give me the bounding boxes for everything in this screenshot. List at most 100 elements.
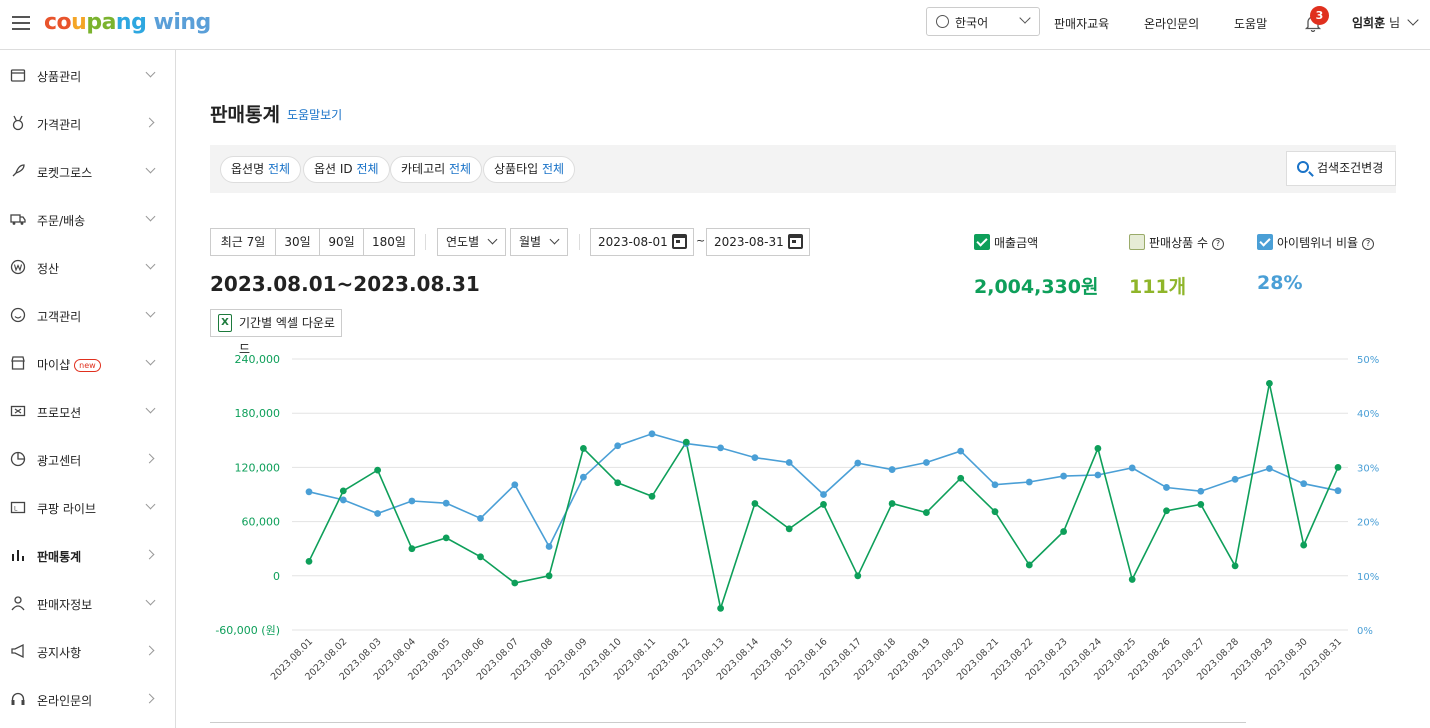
sidebar-item-label: 판매자정보 [37, 598, 93, 612]
data-point-sales [991, 508, 999, 516]
sidebar-item-seller-info[interactable]: 판매자정보 [0, 588, 176, 618]
sidebar-item-customer[interactable]: 고객관리 [0, 300, 176, 330]
filter-chip-option-id[interactable]: 옵션 ID 전체 [303, 156, 390, 183]
sidebar-item-sales-stats[interactable]: 판매통계 [0, 540, 176, 570]
data-point-item-winner [1300, 480, 1308, 488]
filter-chip-option-name[interactable]: 옵션명 전체 [220, 156, 302, 183]
divider [210, 722, 1246, 723]
checkbox-unchecked[interactable] [1129, 234, 1145, 250]
data-point-item-winner [854, 459, 862, 467]
help-link[interactable]: 도움말 [1234, 15, 1267, 32]
y-right-tick-label: 40% [1357, 409, 1379, 420]
yearly-select[interactable]: 연도별 [437, 228, 506, 256]
data-point-item-winner [1197, 487, 1205, 495]
sidebar-item-online-inquiry[interactable]: 온라인문의 [0, 684, 176, 714]
range-button-7d[interactable]: 최근 7일 [210, 228, 276, 256]
data-point-sales [682, 438, 690, 446]
language-label: 한국어 [955, 16, 989, 30]
seller-education-link[interactable]: 판매자교육 [1054, 15, 1109, 32]
person-icon [11, 596, 25, 611]
monthly-select-label: 월별 [519, 235, 542, 249]
sidebar-item-rocket-growth[interactable]: 로켓그로스 [0, 156, 176, 186]
filter-chip-product-type[interactable]: 상품타입 전체 [483, 156, 576, 183]
metric-value-products: 111개 [1129, 276, 1187, 298]
rocket-icon [12, 164, 25, 177]
sidebar-item-label: 고객관리 [37, 310, 82, 324]
excel-download-button[interactable]: X 기간별 엑셀 다운로드 [210, 309, 342, 356]
sidebar-item-myshop[interactable]: 마이샵 new [0, 348, 176, 378]
data-point-sales [408, 545, 416, 553]
online-inquiry-link[interactable]: 온라인문의 [1144, 15, 1199, 32]
notification-badge: 3 [1310, 6, 1329, 25]
sidebar-item-price[interactable]: 가격관리 [0, 108, 176, 138]
sidebar-item-notice[interactable]: 공지사항 [0, 636, 176, 666]
date-to-input[interactable]: 2023-08-31 [706, 228, 810, 256]
checkbox-checked[interactable] [974, 234, 990, 250]
data-point-sales [820, 501, 827, 508]
calendar-icon[interactable] [788, 234, 803, 249]
metric-toggle-sales[interactable]: 매출금액 [974, 234, 1094, 252]
data-point-sales [854, 572, 862, 580]
filter-value: 전체 [542, 162, 565, 176]
chevron-right-icon [144, 117, 155, 128]
user-name: 임희훈 [1352, 16, 1386, 30]
date-from-input[interactable]: 2023-08-01 [590, 228, 694, 256]
metric-toggle-products[interactable]: 판매상품 수? [1129, 234, 1239, 252]
data-point-sales [477, 553, 484, 561]
change-search-button[interactable]: 검색조건변경 [1286, 151, 1396, 186]
range-button-180d[interactable]: 180일 [363, 228, 415, 256]
data-point-sales [1300, 541, 1308, 549]
monthly-select[interactable]: 월별 [510, 228, 568, 256]
sidebar-item-product[interactable]: 상품관리 [0, 60, 176, 90]
data-point-sales [614, 479, 622, 487]
data-point-sales [511, 579, 519, 587]
chevron-down-icon [145, 307, 156, 318]
sidebar-item-settlement[interactable]: 정산 [0, 252, 176, 282]
chevron-down-icon [145, 259, 156, 270]
range-button-30d[interactable]: 30일 [275, 228, 320, 256]
menu-icon[interactable] [12, 16, 30, 30]
y-axis-left: 240,000 180,000 120,000 60,000 0 -60,000 (원) [215, 353, 280, 637]
change-search-label: 검색조건변경 [1317, 161, 1384, 175]
help-link[interactable]: 도움말보기 [287, 106, 342, 123]
metric-label-text: 판매상품 수 [1149, 236, 1209, 250]
language-select[interactable]: 한국어 [926, 7, 1040, 36]
metric-toggle-item-winner[interactable]: 아이템위너 비율? [1257, 234, 1387, 252]
data-point-sales [374, 466, 381, 474]
sidebar-item-order-delivery[interactable]: 주문/배송 [0, 204, 176, 234]
checkbox-checked[interactable] [1257, 234, 1273, 250]
sidebar: 상품관리 가격관리 로켓그로스 주문/배송 정산 고객관리 마이샵 new 프로모… [0, 50, 176, 728]
filter-chip-category[interactable]: 카테고리 전체 [390, 156, 483, 183]
chevron-down-icon[interactable] [1407, 14, 1419, 26]
user-menu[interactable]: 임희훈 님 [1352, 14, 1400, 31]
sidebar-item-coupang-live[interactable]: L 쿠팡 라이브 [0, 492, 176, 522]
sidebar-item-ad-center[interactable]: 광고센터 [0, 444, 176, 474]
logo-part: wing [146, 10, 212, 35]
data-point-item-winner [1163, 484, 1170, 491]
data-point-sales [751, 500, 759, 507]
search-icon [1297, 161, 1309, 173]
help-icon[interactable]: ? [1362, 237, 1375, 250]
calendar-icon[interactable] [672, 234, 687, 249]
megaphone-icon [11, 643, 24, 659]
won-coin-icon [10, 259, 26, 275]
yearly-select-label: 연도별 [446, 235, 480, 249]
chevron-down-icon [145, 595, 156, 606]
data-point-item-winner [991, 481, 999, 489]
divider [425, 234, 426, 250]
logo-part: ng [115, 10, 147, 35]
new-badge: new [74, 359, 101, 372]
data-point-item-winner [785, 459, 793, 466]
y-right-tick-label: 50% [1357, 355, 1379, 366]
chevron-down-icon [145, 355, 156, 366]
range-button-90d[interactable]: 90일 [319, 228, 364, 256]
data-point-item-winner [957, 447, 965, 455]
sidebar-item-promotion[interactable]: 프로모션 [0, 396, 176, 426]
data-point-item-winner [477, 514, 484, 522]
chart-points [305, 379, 1342, 612]
data-point-item-winner [648, 430, 656, 438]
logo[interactable]: coupang wing [44, 10, 211, 35]
filter-label: 옵션 ID [314, 162, 353, 176]
sidebar-item-label: 가격관리 [37, 118, 82, 132]
help-icon[interactable]: ? [1212, 237, 1225, 250]
